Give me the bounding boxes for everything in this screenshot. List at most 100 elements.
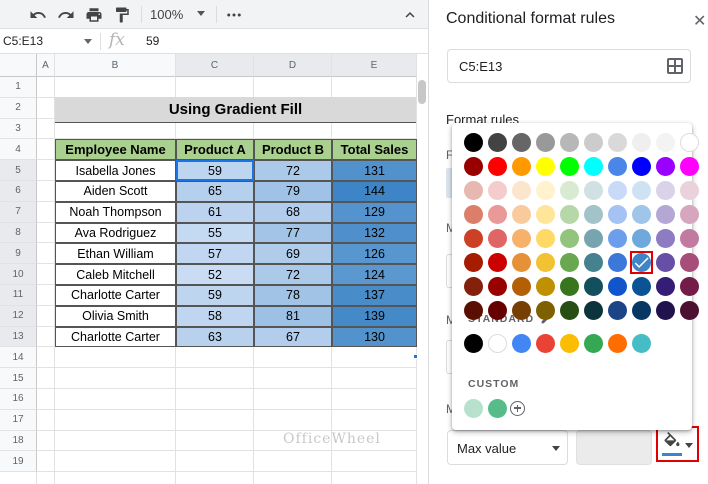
row-header-5[interactable]: 5: [0, 160, 37, 181]
custom-color-swatch[interactable]: [464, 399, 483, 418]
color-swatch[interactable]: [680, 301, 699, 320]
employee-name-cell[interactable]: Noah Thompson: [55, 201, 176, 223]
color-swatch[interactable]: [632, 229, 651, 248]
color-swatch[interactable]: [656, 181, 675, 200]
select-range-icon[interactable]: [667, 58, 683, 74]
row-header-11[interactable]: 11: [0, 285, 37, 306]
sales-value-cell[interactable]: 81: [254, 305, 332, 327]
row-header-18[interactable]: 18: [0, 430, 37, 452]
sales-value-cell[interactable]: 52: [176, 264, 254, 285]
color-swatch[interactable]: [584, 133, 603, 152]
color-swatch[interactable]: [584, 253, 603, 272]
close-icon[interactable]: ✕: [693, 11, 706, 31]
standard-color-swatch[interactable]: [584, 334, 603, 353]
color-swatch[interactable]: [608, 229, 627, 248]
color-swatch[interactable]: [464, 157, 483, 176]
color-swatch[interactable]: [680, 157, 699, 176]
sales-value-cell[interactable]: 79: [254, 181, 332, 202]
standard-color-swatch[interactable]: [608, 334, 627, 353]
sales-value-cell[interactable]: 144: [332, 181, 417, 202]
employee-name-cell[interactable]: Ava Rodriguez: [55, 222, 176, 244]
column-header-e[interactable]: E: [332, 54, 417, 77]
color-swatch[interactable]: [560, 133, 579, 152]
color-swatch[interactable]: [584, 229, 603, 248]
sales-value-cell[interactable]: 131: [332, 160, 417, 181]
employee-name-cell[interactable]: Olivia Smith: [55, 305, 176, 327]
color-swatch[interactable]: [584, 181, 603, 200]
column-header-d[interactable]: D: [254, 54, 332, 77]
sales-value-cell[interactable]: 55: [176, 222, 254, 244]
sales-value-cell[interactable]: 68: [254, 201, 332, 223]
sales-value-cell[interactable]: 59: [176, 285, 254, 306]
color-swatch[interactable]: [464, 133, 483, 152]
color-swatch[interactable]: [560, 253, 579, 272]
sales-value-cell[interactable]: 57: [176, 243, 254, 265]
sales-value-cell[interactable]: 59: [176, 160, 254, 181]
sales-value-cell[interactable]: 137: [332, 285, 417, 306]
color-swatch[interactable]: [656, 133, 675, 152]
color-swatch[interactable]: [536, 157, 555, 176]
color-swatch[interactable]: [536, 301, 555, 320]
row-header-8[interactable]: 8: [0, 222, 37, 244]
color-swatch[interactable]: [608, 253, 627, 272]
color-swatch[interactable]: [488, 253, 507, 272]
select-all-corner[interactable]: [0, 54, 37, 77]
color-swatch[interactable]: [656, 277, 675, 296]
collapse-icon[interactable]: [398, 3, 422, 27]
row-header-1[interactable]: 1: [0, 77, 37, 98]
sales-value-cell[interactable]: 72: [254, 160, 332, 181]
row-header-19[interactable]: 19: [0, 451, 37, 473]
name-box[interactable]: C5:E13: [3, 34, 43, 48]
vertical-scrollbar[interactable]: [418, 80, 426, 104]
color-swatch[interactable]: [656, 205, 675, 224]
add-custom-color-icon[interactable]: [510, 401, 525, 416]
redo-icon[interactable]: [54, 3, 78, 27]
sales-value-cell[interactable]: 72: [254, 264, 332, 285]
color-swatch[interactable]: [560, 205, 579, 224]
color-swatch[interactable]: [656, 157, 675, 176]
employee-name-cell[interactable]: Charlotte Carter: [55, 326, 176, 348]
zoom-select[interactable]: 100%: [150, 7, 183, 22]
color-swatch[interactable]: [536, 253, 555, 272]
color-swatch[interactable]: [536, 229, 555, 248]
color-swatch[interactable]: [584, 205, 603, 224]
color-swatch[interactable]: [584, 277, 603, 296]
standard-color-swatch[interactable]: [512, 334, 531, 353]
color-swatch[interactable]: [512, 253, 531, 272]
row-header-10[interactable]: 10: [0, 264, 37, 285]
row-header-13[interactable]: 13: [0, 326, 37, 348]
color-swatch[interactable]: [656, 253, 675, 272]
color-swatch[interactable]: [536, 205, 555, 224]
color-swatch[interactable]: [560, 229, 579, 248]
employee-name-cell[interactable]: Ethan William: [55, 243, 176, 265]
color-swatch[interactable]: [512, 229, 531, 248]
color-swatch[interactable]: [560, 181, 579, 200]
color-swatch[interactable]: [488, 277, 507, 296]
standard-color-swatch[interactable]: [536, 334, 555, 353]
color-swatch[interactable]: [488, 133, 507, 152]
color-swatch[interactable]: [584, 301, 603, 320]
sales-value-cell[interactable]: 129: [332, 201, 417, 223]
color-swatch[interactable]: [464, 181, 483, 200]
color-swatch[interactable]: [512, 205, 531, 224]
color-swatch[interactable]: [560, 277, 579, 296]
row-header-2[interactable]: 2: [0, 97, 37, 119]
selection-handle[interactable]: [413, 354, 418, 359]
color-swatch[interactable]: [608, 181, 627, 200]
color-swatch[interactable]: [512, 181, 531, 200]
color-swatch[interactable]: [632, 181, 651, 200]
sales-value-cell[interactable]: 69: [254, 243, 332, 265]
column-header-b[interactable]: B: [55, 54, 176, 77]
sheet-grid[interactable]: A B C D E 1 2 3 4 5 6 7 8 9 10 11 12 13 14 15 16 17 18 19 Using …: [0, 54, 417, 484]
max-value-input[interactable]: [576, 430, 652, 465]
range-input[interactable]: C5:E13: [447, 49, 691, 83]
row-header-14[interactable]: 14: [0, 347, 37, 369]
max-value-select[interactable]: Max value: [447, 430, 568, 465]
sales-value-cell[interactable]: 61: [176, 201, 254, 223]
color-swatch[interactable]: [680, 181, 699, 200]
row-header-4[interactable]: 4: [0, 139, 37, 161]
paint-format-icon[interactable]: [110, 3, 134, 27]
color-swatch[interactable]: [536, 277, 555, 296]
sales-value-cell[interactable]: 58: [176, 305, 254, 327]
color-swatch[interactable]: [632, 157, 651, 176]
